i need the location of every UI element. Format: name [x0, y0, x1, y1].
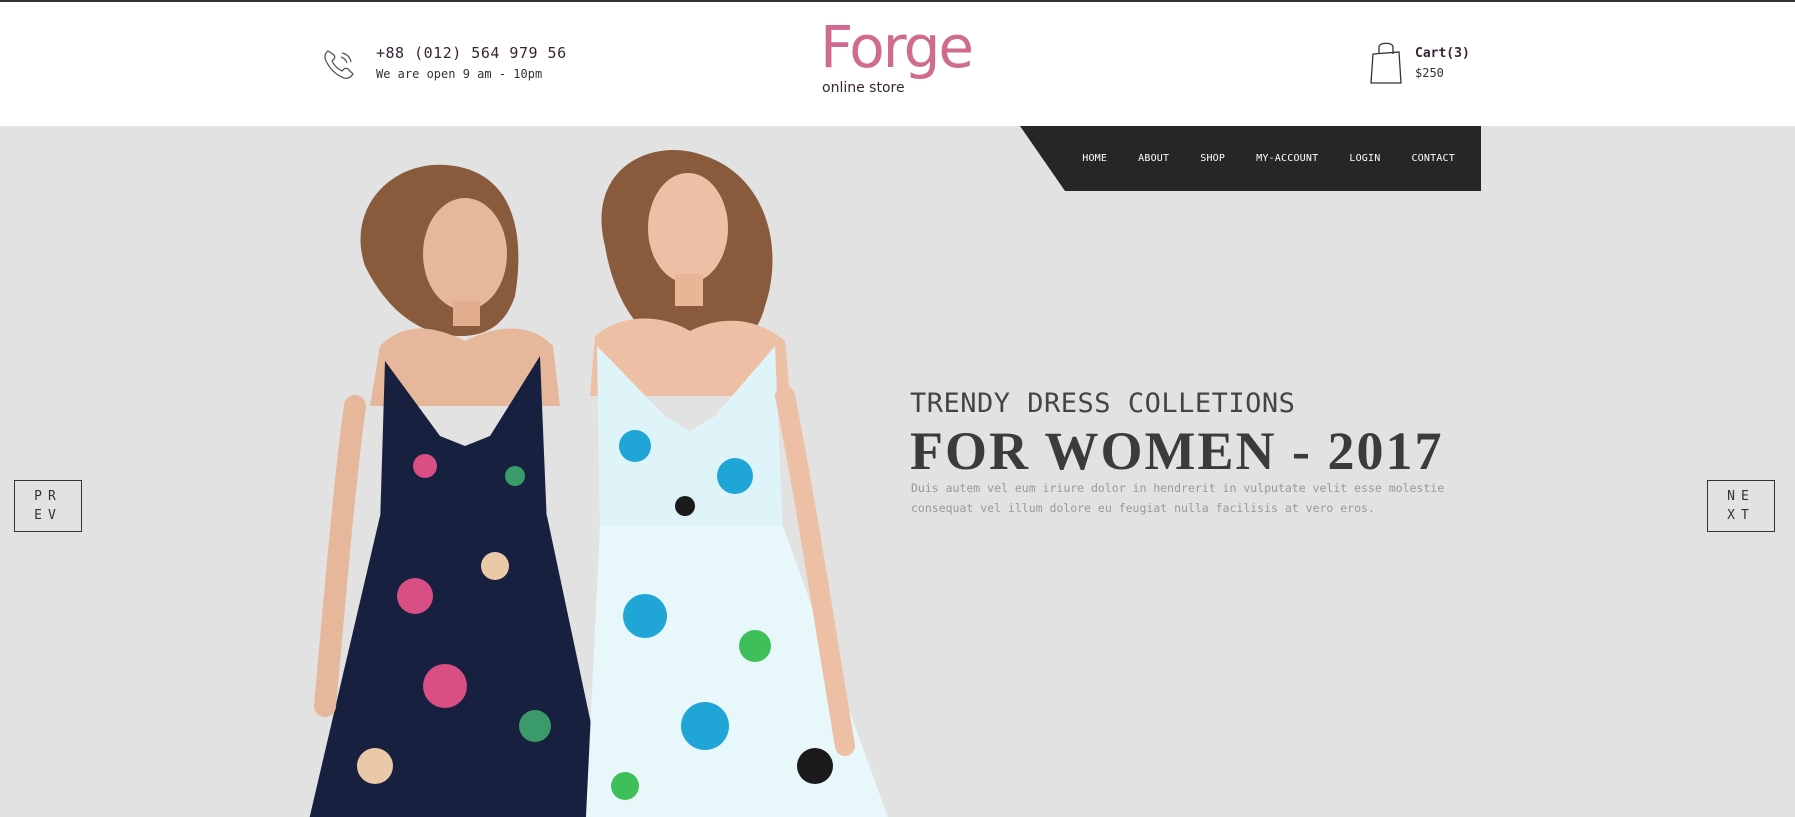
phone-number[interactable]: +88 (012) 564 979 56 [376, 44, 567, 62]
cart-link[interactable]: Cart(3) [1415, 46, 1470, 61]
hero-subtitle: TRENDY DRESS COLLETIONS [910, 388, 1296, 419]
hero-slider: HOME ABOUT SHOP MY-ACCOUNT LOGIN CONTACT… [0, 126, 1795, 817]
site-header: +88 (012) 564 979 56 We are open 9 am - … [0, 2, 1795, 126]
phone-icon [324, 50, 354, 79]
next-label-line2: XT [1727, 508, 1755, 523]
hero-headline: FOR WOMEN - 2017 [910, 421, 1444, 481]
nav-item-login[interactable]: LOGIN [1349, 153, 1380, 164]
logo[interactable]: Forge online store [820, 18, 974, 98]
hero-description: Duis autem vel eum iriure dolor in hendr… [911, 481, 1445, 515]
hero-models-image [309, 150, 888, 817]
opening-hours: We are open 9 am - 10pm [376, 67, 543, 81]
nav-item-about[interactable]: ABOUT [1138, 153, 1169, 164]
logo-wordmark: Forge [820, 13, 974, 81]
shopping-bag-icon[interactable] [1370, 38, 1402, 86]
logo-tagline: online store [822, 80, 905, 96]
prev-slide-button[interactable]: PR EV [14, 480, 82, 532]
model-right [585, 150, 888, 817]
nav-item-contact[interactable]: CONTACT [1411, 153, 1455, 164]
next-label-line1: NE [1727, 489, 1755, 504]
model-left [309, 164, 611, 817]
main-nav: HOME ABOUT SHOP MY-ACCOUNT LOGIN CONTACT [1020, 126, 1481, 191]
cart-total: $250 [1415, 66, 1444, 80]
nav-item-my-account[interactable]: MY-ACCOUNT [1256, 153, 1318, 164]
nav-item-home[interactable]: HOME [1082, 153, 1107, 164]
prev-label-line2: EV [34, 508, 62, 523]
prev-label-line1: PR [34, 489, 62, 504]
next-slide-button[interactable]: NE XT [1707, 480, 1775, 532]
nav-items: HOME ABOUT SHOP MY-ACCOUNT LOGIN CONTACT [1082, 126, 1455, 191]
nav-item-shop[interactable]: SHOP [1200, 153, 1225, 164]
